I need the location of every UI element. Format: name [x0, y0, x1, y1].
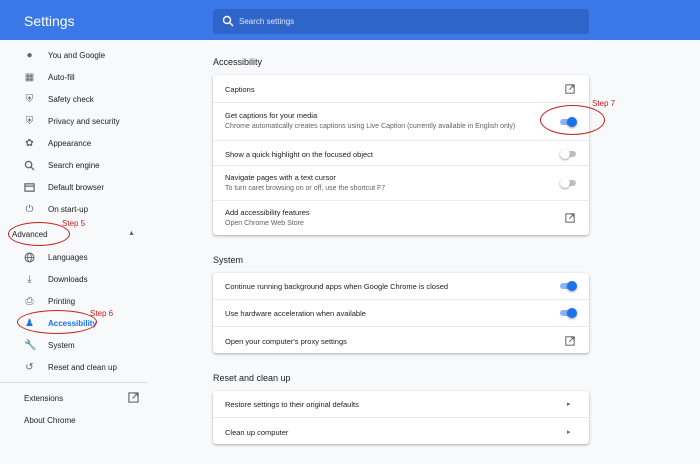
globe-icon [24, 252, 35, 263]
restore-defaults-row[interactable]: Restore settings to their original defau… [213, 391, 589, 417]
sidebar-item-label: Auto-fill [48, 73, 75, 82]
sidebar-item-label: Downloads [48, 275, 88, 284]
background-apps-row: Continue running background apps when Go… [213, 273, 589, 299]
sidebar-item-system[interactable]: 🔧 System [0, 335, 148, 357]
sidebar-item-reset[interactable]: ↺ Reset and clean up [0, 357, 148, 379]
sidebar-item-you-and-google[interactable]: ● You and Google [0, 45, 148, 67]
row-subtitle: Open Chrome Web Store [225, 220, 304, 227]
sidebar-divider [0, 382, 148, 383]
sidebar-item-label: Reset and clean up [48, 363, 117, 372]
external-link-icon [565, 336, 575, 346]
page-title: Settings [24, 13, 75, 29]
sidebar-item-search-engine[interactable]: Search engine [0, 155, 148, 177]
sidebar-item-safety-check[interactable]: ⛨ Safety check [0, 89, 148, 111]
palette-icon: ✿ [25, 138, 34, 149]
chevron-right-icon: ▸ [567, 429, 571, 436]
sidebar-item-accessibility[interactable]: ♟ Accessibility [0, 313, 148, 335]
sidebar-item-languages[interactable]: Languages [0, 247, 148, 269]
clean-up-row[interactable]: Clean up computer ▸ [213, 417, 589, 444]
sidebar-item-about-chrome[interactable]: About Chrome [24, 416, 76, 425]
caret-browsing-toggle[interactable] [560, 178, 576, 188]
focus-highlight-row: Show a quick highlight on the focused ob… [213, 140, 589, 165]
row-subtitle: To turn caret browsing on or off, use th… [225, 185, 386, 192]
system-card: Continue running background apps when Go… [213, 273, 589, 353]
search-icon [24, 160, 35, 171]
row-title: Restore settings to their original defau… [225, 400, 359, 409]
sidebar-item-label: Appearance [48, 139, 92, 148]
shield-check-icon: ⛨ [25, 94, 34, 105]
sidebar-item-label: Accessibility [48, 319, 97, 328]
sidebar-item-label: Search engine [48, 161, 100, 170]
row-title: Get captions for your media [225, 111, 318, 120]
external-link-icon [565, 213, 575, 223]
row-title: Use hardware acceleration when available [225, 309, 366, 318]
sidebar-item-label: Printing [48, 297, 76, 306]
live-caption-toggle[interactable] [560, 117, 577, 127]
shield-icon: ⛨ [25, 116, 34, 127]
person-icon: ● [26, 50, 33, 61]
background-apps-toggle[interactable] [560, 281, 577, 291]
step5-label: Step 5 [62, 219, 86, 228]
reset-card: Restore settings to their original defau… [213, 391, 589, 444]
search-input[interactable] [239, 13, 579, 30]
caret-up-icon: ▲ [128, 230, 135, 237]
sidebar-item-extensions[interactable]: Extensions [24, 394, 63, 403]
row-title: Continue running background apps when Go… [225, 282, 449, 291]
row-title: Clean up computer [225, 428, 289, 437]
accessibility-icon: ♟ [25, 318, 34, 329]
caret-browsing-row: Navigate pages with a text cursor To tur… [213, 165, 589, 200]
browser-icon [24, 182, 35, 193]
add-features-row[interactable]: Add accessibility features Open Chrome W… [213, 200, 589, 235]
row-title: Show a quick highlight on the focused ob… [225, 150, 374, 159]
sidebar-item-printing[interactable]: ⎙ Printing [0, 291, 148, 313]
live-caption-row: Get captions for your media Chrome autom… [213, 102, 589, 140]
focus-highlight-toggle[interactable] [560, 149, 576, 159]
row-title: Navigate pages with a text cursor [225, 173, 336, 182]
power-icon: ⏻ [25, 204, 34, 215]
row-title: Captions [225, 85, 255, 94]
sidebar-item-label: Default browser [48, 183, 105, 192]
hardware-acceleration-toggle[interactable] [560, 308, 577, 318]
sidebar-item-autofill[interactable]: ▦ Auto-fill [0, 67, 148, 89]
search-box[interactable] [213, 9, 589, 34]
sidebar-item-privacy[interactable]: ⛨ Privacy and security [0, 111, 148, 133]
hardware-acceleration-row: Use hardware acceleration when available [213, 299, 589, 326]
step7-label: Step 7 [592, 99, 616, 108]
history-icon: ↺ [25, 362, 34, 373]
advanced-label: Advanced [12, 230, 48, 239]
section-title-system: System [213, 255, 244, 265]
row-title: Add accessibility features [225, 208, 310, 217]
sidebar-item-default-browser[interactable]: Default browser [0, 177, 148, 199]
sidebar-item-label: You and Google [48, 51, 106, 60]
wrench-icon: 🔧 [24, 340, 37, 351]
external-link-icon [565, 84, 575, 94]
section-title-accessibility: Accessibility [213, 57, 263, 67]
sidebar-item-on-startup[interactable]: ⏻ On start-up [0, 199, 148, 221]
sidebar-item-label: On start-up [48, 205, 89, 214]
sidebar-item-label: Privacy and security [48, 117, 120, 126]
search-icon [222, 15, 234, 27]
top-bar: Settings [0, 0, 700, 40]
sidebar-item-appearance[interactable]: ✿ Appearance [0, 133, 148, 155]
proxy-settings-row[interactable]: Open your computer's proxy settings [213, 326, 589, 353]
step6-label: Step 6 [90, 309, 114, 318]
advanced-toggle[interactable]: Advanced ▲ [0, 225, 148, 245]
sidebar-item-label: Languages [48, 253, 88, 262]
sidebar: ● You and Google ▦ Auto-fill ⛨ Safety ch… [0, 40, 148, 464]
row-title: Open your computer's proxy settings [225, 337, 347, 346]
clipboard-icon: ▦ [24, 72, 35, 83]
external-link-icon[interactable] [128, 392, 139, 403]
sidebar-item-label: Safety check [48, 95, 94, 104]
captions-row[interactable]: Captions [213, 75, 589, 102]
printer-icon: ⎙ [25, 296, 34, 307]
row-subtitle: Chrome automatically creates captions us… [225, 123, 516, 130]
sidebar-item-label: System [48, 341, 75, 350]
accessibility-card: Captions Get captions for your media Chr… [213, 75, 589, 235]
section-title-reset: Reset and clean up [213, 373, 291, 383]
download-icon: ⤓ [27, 274, 32, 285]
sidebar-item-downloads[interactable]: ⤓ Downloads [0, 269, 148, 291]
chevron-right-icon: ▸ [567, 401, 571, 408]
